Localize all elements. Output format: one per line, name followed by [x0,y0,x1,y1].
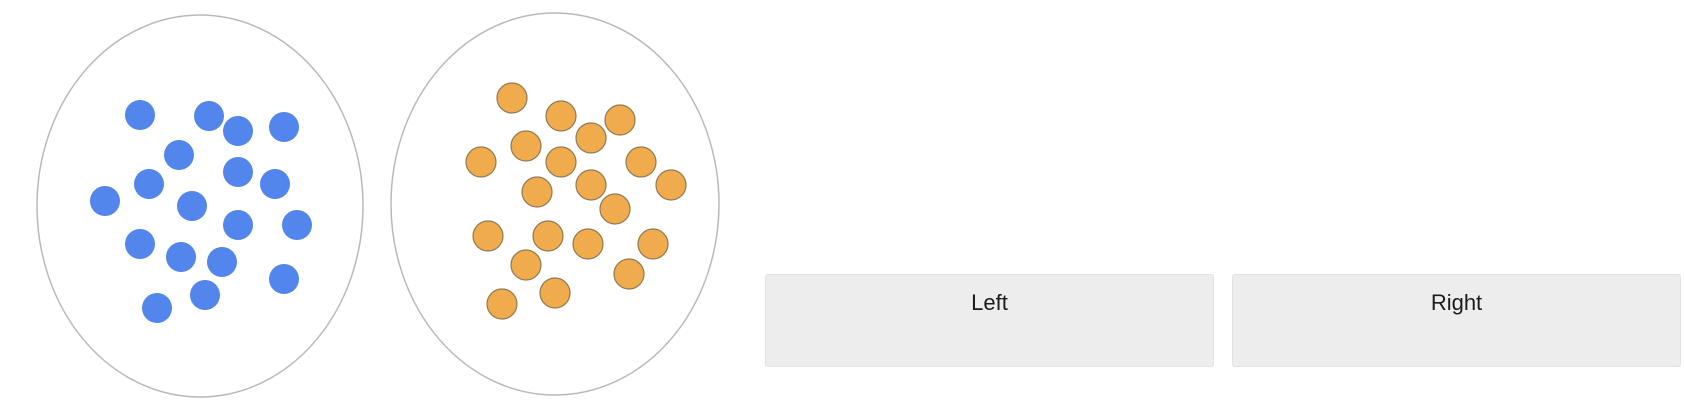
orange-dot [613,258,645,290]
orange-dot [521,176,553,208]
right-button-label: Right [1430,290,1483,315]
left-button-label: Left [971,290,1008,315]
blue-dot [125,229,155,259]
orange-dot [575,122,607,154]
orange-dot [510,249,542,281]
blue-dot [223,157,253,187]
left-dot-group [90,100,312,323]
orange-dot [599,193,631,225]
blue-dot [207,247,237,277]
dot-display-area [36,12,720,398]
orange-dot [604,104,636,136]
orange-dot [532,220,564,252]
orange-dot [472,220,504,252]
orange-dot [510,130,542,162]
blue-dot [134,169,164,199]
blue-dot [269,264,299,294]
orange-dot [539,277,571,309]
orange-dot [625,146,657,178]
blue-dot [190,280,220,310]
orange-dot [655,169,687,201]
orange-dot [465,146,497,178]
orange-dot [575,169,607,201]
blue-dot [260,169,290,199]
blue-dot [223,116,253,146]
right-dot-display [390,12,720,396]
orange-dot [637,228,669,260]
blue-dot [223,210,253,240]
blue-dot [142,293,172,323]
blue-dot [164,140,194,170]
blue-dot [194,101,224,131]
blue-dot [282,210,312,240]
orange-dot [496,82,528,114]
left-button[interactable]: Left [765,274,1214,367]
orange-dot [545,100,577,132]
dot-comparison-screen: Left Right [0,0,1684,406]
orange-dot [486,288,518,320]
orange-dot [572,228,604,260]
blue-dot [177,191,207,221]
left-dot-display [36,14,364,398]
blue-dot [269,112,299,142]
orange-dot [545,146,577,178]
blue-dot [90,186,120,216]
right-button[interactable]: Right [1232,274,1681,367]
right-dot-group [465,82,687,320]
blue-dot [125,100,155,130]
blue-dot [166,242,196,272]
right-ellipse [390,12,720,396]
